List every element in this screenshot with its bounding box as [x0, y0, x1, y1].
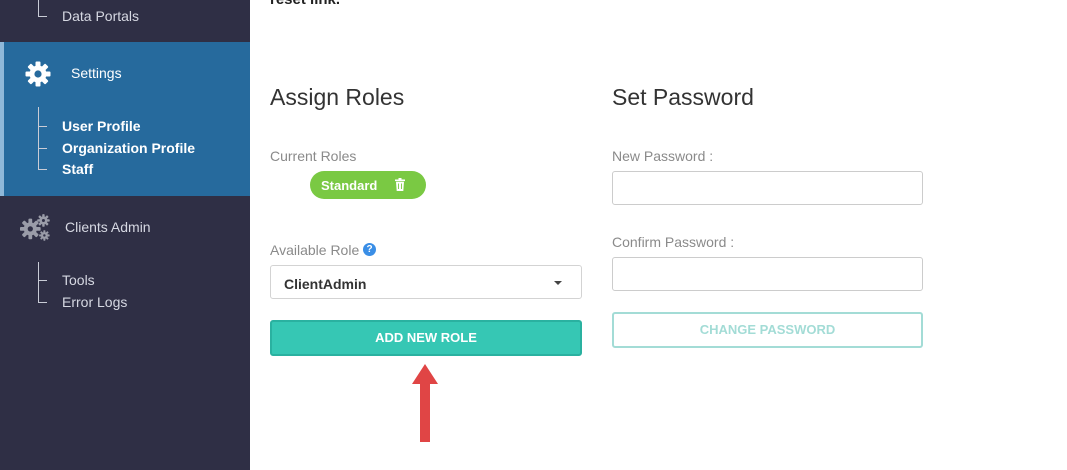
reset-link-text: reset link. — [270, 0, 340, 8]
sidebar: Data Portals Settings User Profile Organ… — [0, 0, 250, 470]
current-roles-label: Current Roles — [270, 148, 357, 164]
gear-icon — [25, 61, 51, 87]
sidebar-section-settings: Settings User Profile Organization Profi… — [0, 42, 250, 196]
sidebar-item-error-logs[interactable]: Error Logs — [62, 294, 127, 310]
confirm-password-field[interactable] — [612, 257, 923, 291]
tree-line — [38, 16, 47, 17]
tree-line — [38, 169, 47, 170]
add-new-role-button[interactable]: ADD NEW ROLE — [270, 320, 582, 356]
sidebar-item-organization-profile[interactable]: Organization Profile — [62, 140, 195, 156]
assign-roles-heading: Assign Roles — [270, 84, 405, 110]
sidebar-item-settings[interactable]: Settings — [71, 65, 122, 81]
tree-line — [38, 280, 47, 281]
active-indicator — [0, 42, 4, 196]
tree-line — [38, 148, 47, 149]
new-password-field[interactable] — [612, 171, 923, 205]
chevron-down-icon — [554, 281, 562, 285]
help-icon[interactable]: ? — [363, 243, 376, 256]
annotation-arrow-icon — [412, 364, 438, 442]
role-badge-standard: Standard — [310, 171, 426, 199]
tree-line — [38, 107, 39, 169]
set-password-heading: Set Password — [612, 84, 754, 110]
tree-line — [38, 0, 39, 16]
gears-icon — [20, 214, 50, 241]
sidebar-item-tools[interactable]: Tools — [62, 272, 95, 288]
available-role-value: ClientAdmin — [284, 276, 367, 292]
tree-line — [38, 302, 47, 303]
tree-line — [38, 126, 47, 127]
change-password-button[interactable]: CHANGE PASSWORD — [612, 312, 923, 348]
tree-line — [38, 262, 39, 302]
trash-icon[interactable] — [395, 178, 405, 191]
sidebar-item-staff[interactable]: Staff — [62, 161, 93, 177]
available-role-label: Available Role — [270, 242, 360, 258]
role-badge-label: Standard — [321, 178, 378, 193]
sidebar-item-clients-admin[interactable]: Clients Admin — [65, 219, 151, 235]
available-role-select[interactable]: ClientAdmin — [270, 265, 582, 299]
confirm-password-label: Confirm Password : — [612, 234, 735, 250]
sidebar-item-user-profile[interactable]: User Profile — [62, 118, 141, 134]
new-password-label: New Password : — [612, 148, 714, 164]
sidebar-item-data-portals[interactable]: Data Portals — [62, 8, 139, 24]
